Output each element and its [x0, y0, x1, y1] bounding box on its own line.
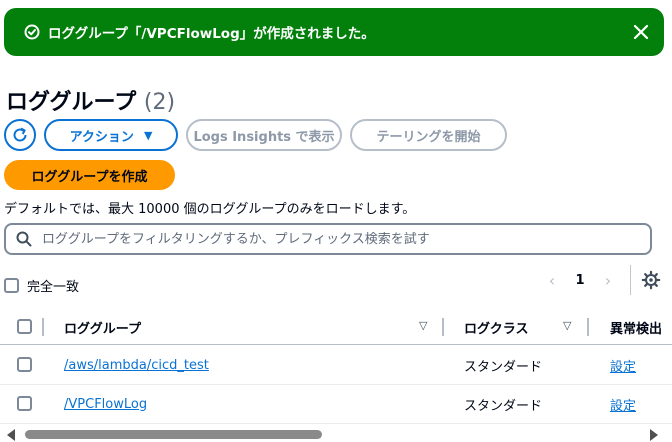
anomaly-configure-link[interactable]: 設定: [610, 345, 636, 385]
action-toolbar: アクション ▼ Logs Insights で表示 テーリングを開始: [4, 119, 507, 151]
sort-caret-down-icon[interactable]: ▽: [563, 319, 571, 332]
success-flashbar: ロググループ「/VPCFlowLog」が作成されました。: [4, 8, 664, 56]
page-title: ロググループ (2): [6, 84, 175, 116]
row-checkbox[interactable]: [17, 396, 32, 411]
start-tailing-button[interactable]: テーリングを開始: [350, 119, 507, 151]
pager-divider: [630, 265, 631, 295]
table-row: /VPCFlowLog スタンダード 設定: [0, 384, 672, 424]
column-header-anomaly-detection[interactable]: 異常検出: [610, 309, 662, 345]
column-divider: [587, 318, 589, 336]
log-group-count: (2): [143, 90, 176, 115]
close-icon[interactable]: [630, 21, 652, 43]
table-header: ロググループ ▽ ログクラス ▽ 異常検出: [0, 309, 672, 345]
scroll-right-arrow-icon[interactable]: [650, 429, 658, 441]
column-header-log-class[interactable]: ログクラス: [464, 309, 528, 345]
page-title-text: ロググループ: [6, 90, 137, 115]
select-all-checkbox[interactable]: [17, 319, 32, 334]
search-input[interactable]: [42, 231, 642, 247]
scroll-left-arrow-icon[interactable]: [7, 429, 15, 441]
load-limit-hint: デフォルトでは、最大 10000 個のロググループのみをロードします。: [4, 202, 416, 217]
filter-search-box: [4, 223, 652, 255]
gear-icon[interactable]: [641, 270, 661, 290]
page-number[interactable]: 1: [566, 273, 594, 288]
refresh-icon: [11, 126, 29, 144]
column-divider: [42, 318, 44, 336]
log-class-cell: スタンダード: [464, 398, 543, 414]
row-checkbox[interactable]: [17, 357, 32, 372]
logs-insights-button[interactable]: Logs Insights で表示: [186, 119, 342, 151]
log-group-link[interactable]: /aws/lambda/cicd_test: [64, 345, 209, 385]
scrollbar-thumb[interactable]: [25, 430, 322, 439]
column-divider: [442, 318, 444, 336]
caret-down-icon: ▼: [143, 128, 153, 142]
next-page-icon[interactable]: ›: [594, 271, 622, 290]
refresh-button[interactable]: [4, 119, 36, 151]
search-icon: [16, 231, 32, 247]
exact-match-option[interactable]: 完全一致: [4, 276, 79, 295]
horizontal-scrollbar[interactable]: [0, 427, 672, 441]
log-group-link[interactable]: /VPCFlowLog: [64, 384, 147, 424]
exact-match-checkbox[interactable]: [4, 278, 19, 293]
exact-match-label: 完全一致: [27, 280, 80, 295]
log-class-cell: スタンダード: [464, 359, 543, 375]
success-check-icon: [24, 24, 40, 40]
anomaly-configure-link[interactable]: 設定: [610, 384, 636, 424]
flash-message: ロググループ「/VPCFlowLog」が作成されました。: [48, 26, 375, 42]
sort-caret-down-icon[interactable]: ▽: [419, 319, 427, 332]
actions-label: アクション: [69, 129, 134, 145]
column-header-log-group[interactable]: ロググループ: [64, 309, 141, 345]
previous-page-icon[interactable]: ‹: [538, 271, 566, 290]
table-row: /aws/lambda/cicd_test スタンダード 設定: [0, 345, 672, 385]
pagination: ‹ 1 ›: [538, 265, 661, 295]
actions-dropdown-button[interactable]: アクション ▼: [44, 119, 178, 151]
create-log-group-button[interactable]: ロググループを作成: [4, 160, 175, 190]
